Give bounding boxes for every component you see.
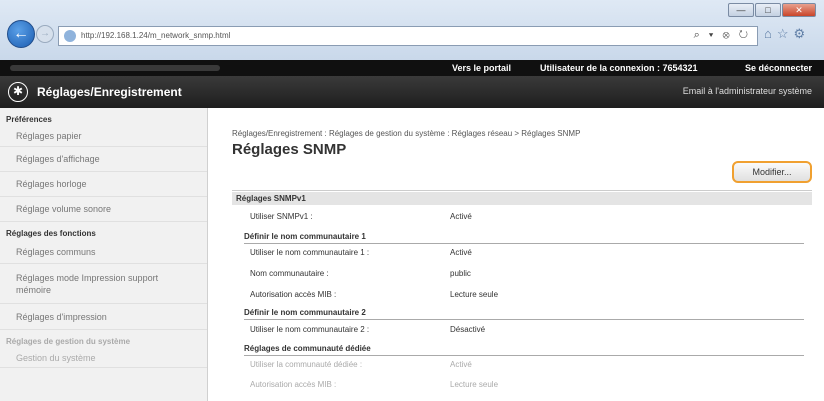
top-navigation-bar: Vers le portail Utilisateur de la connex…	[0, 60, 824, 76]
row-value: Activé	[450, 248, 472, 257]
subsection-dedicated-community: Réglages de communauté dédiée	[244, 344, 804, 356]
row-label: Utiliser le nom communautaire 2 :	[250, 325, 370, 334]
row-value: Lecture seule	[450, 290, 499, 299]
sidebar-section-functions: Réglages des fonctions	[6, 229, 96, 238]
page-title: Réglages SNMP	[232, 141, 347, 158]
breadcrumb: Réglages/Enregistrement : Réglages de ge…	[232, 129, 581, 138]
back-button[interactable]: ←	[7, 20, 35, 48]
sidebar-item-paper[interactable]: Réglages papier	[0, 126, 207, 147]
row-value: Activé	[450, 212, 472, 221]
row-label: Nom communautaire :	[250, 269, 329, 278]
site-icon	[64, 30, 76, 42]
row-label: Utiliser la communauté dédiée :	[250, 360, 363, 369]
sidebar: Préférences Réglages papier Réglages d'a…	[0, 108, 208, 401]
address-bar[interactable]: http://192.168.1.24/m_network_snmp.html …	[58, 26, 758, 46]
search-refresh-icons[interactable]: ⌕ ▾ ⊗ ↻	[694, 29, 751, 42]
window-buttons: — □ ✕	[728, 3, 816, 17]
row-label: Utiliser SNMPv1 :	[250, 212, 313, 221]
minimize-icon[interactable]: —	[728, 3, 754, 17]
sidebar-item-display[interactable]: Réglages d'affichage	[0, 147, 207, 172]
home-star-gear-icon[interactable]: ⌂☆⚙	[764, 26, 810, 42]
row-value: public	[450, 269, 471, 278]
portal-link[interactable]: Vers le portail	[452, 63, 511, 73]
sidebar-item-clock[interactable]: Réglages horloge	[0, 172, 207, 197]
address-url[interactable]: http://192.168.1.24/m_network_snmp.html	[81, 31, 230, 40]
app-title: Réglages/Enregistrement	[37, 85, 182, 99]
sidebar-item-system-management[interactable]: Gestion du système	[0, 348, 207, 368]
close-icon[interactable]: ✕	[782, 3, 816, 17]
sidebar-item-common[interactable]: Réglages communs	[0, 240, 207, 264]
browser-chrome: — □ ✕ ← → http://192.168.1.24/m_network_…	[0, 0, 824, 60]
sidebar-section-preferences: Préférences	[6, 115, 52, 124]
main-content: Réglages/Enregistrement : Réglages de ge…	[222, 108, 824, 401]
row-value: Activé	[450, 360, 472, 369]
row-label: Utiliser le nom communautaire 1 :	[250, 248, 370, 257]
sidebar-item-volume[interactable]: Réglage volume sonore	[0, 197, 207, 222]
subsection-community2: Définir le nom communautaire 2	[244, 308, 804, 320]
row-value: Désactivé	[450, 325, 486, 334]
row-label: Autorisation accès MIB :	[250, 290, 337, 299]
subsection-community1: Définir le nom communautaire 1	[244, 232, 804, 244]
app-header: ✱ Réglages/Enregistrement Email à l'admi…	[0, 76, 824, 108]
modify-button[interactable]: Modifier...	[732, 161, 812, 183]
sidebar-item-print[interactable]: Réglages d'impression	[0, 304, 207, 330]
logout-link[interactable]: Se déconnecter	[745, 63, 812, 73]
row-value: Lecture seule	[450, 380, 499, 389]
sidebar-item-memory-print[interactable]: Réglages mode Impression support mémoire	[0, 264, 207, 304]
maximize-icon[interactable]: □	[755, 3, 781, 17]
settings-icon: ✱	[8, 82, 28, 102]
email-admin-link[interactable]: Email à l'administrateur système	[683, 86, 812, 96]
sidebar-section-system: Réglages de gestion du système	[6, 337, 131, 346]
product-name-blurred	[10, 65, 220, 71]
forward-button[interactable]: →	[36, 25, 54, 43]
section-snmpv1-header: Réglages SNMPv1	[232, 192, 812, 205]
row-label: Autorisation accès MIB :	[250, 380, 337, 389]
divider	[232, 190, 812, 191]
logged-in-user: Utilisateur de la connexion : 7654321	[540, 63, 698, 73]
